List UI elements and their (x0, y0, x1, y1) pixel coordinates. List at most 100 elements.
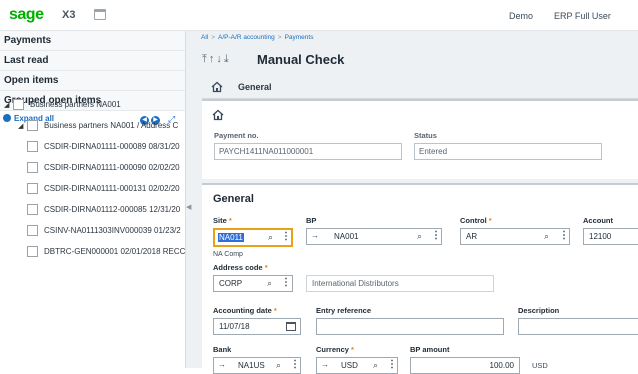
panel-header-last-read[interactable]: Last read (0, 51, 185, 71)
address-description-value: International Distributors (312, 279, 399, 288)
tree-node-label: Business partners NA001 / Address C (44, 121, 179, 130)
checkbox[interactable] (27, 141, 38, 152)
payment-no-field[interactable]: PAYCH1411NA011000001 (214, 143, 402, 160)
control-label-text: Control (460, 216, 487, 225)
panel-header-payments[interactable]: Payments (0, 31, 185, 51)
accounting-date-label: Accounting date * (213, 306, 277, 315)
product-name: X3 (62, 9, 76, 21)
tree-node[interactable]: DBTRC-GEN000001 02/01/2018 RECC (0, 242, 185, 263)
tree-node[interactable]: ◢ Business partners NA001 (0, 95, 185, 116)
search-icon[interactable]: ⌕ (373, 360, 378, 371)
tree-node-label: CSDIR-DIRNA01111-000131 02/02/20 (44, 184, 180, 193)
home-icon[interactable] (211, 81, 223, 93)
status-field[interactable]: Entered (414, 143, 602, 160)
collapse-icon[interactable]: ◢ (4, 101, 9, 109)
calendar-icon[interactable] (286, 322, 296, 331)
bp-value: NA001 (334, 232, 359, 241)
address-description-field[interactable]: International Distributors (306, 275, 494, 292)
entry-reference-label: Entry reference (316, 306, 372, 315)
more-actions-icon[interactable]: ⋮ (387, 359, 397, 370)
section-title-general: General (213, 193, 254, 205)
collapse-icon[interactable]: ◢ (18, 122, 23, 130)
status-label: Status (414, 131, 437, 140)
bp-label: BP (306, 216, 317, 225)
tree-node[interactable]: CSDIR-DIRNA01112-000085 12/31/20 (0, 200, 185, 221)
checkbox[interactable] (27, 204, 38, 215)
address-code-label-text: Address code (213, 263, 263, 272)
more-actions-icon[interactable]: ⋮ (559, 230, 569, 241)
site-label: Site * (213, 216, 232, 225)
main-area: All > A/P-A/R accounting > Payments ⤒↑↓⤓ Man… (192, 31, 638, 374)
record-navigation: ⤒↑↓⤓ (202, 53, 231, 66)
panel-header-open-items[interactable]: Open items (0, 71, 185, 91)
user-profile-link[interactable]: ERP Full User (554, 11, 611, 21)
payment-no-label: Payment no. (214, 131, 259, 140)
tree-node[interactable]: CSDIR-DIRNA01111-000090 02/02/20 (0, 158, 185, 179)
currency-label: Currency * (316, 345, 354, 354)
next-record-icon[interactable]: ↓ (216, 53, 224, 65)
tree-node-label: CSDIR-DIRNA01111-000089 08/31/20 (44, 142, 180, 151)
required-mark: * (264, 263, 268, 272)
calendar-icon[interactable] (94, 9, 106, 20)
address-code-value: CORP (219, 279, 243, 288)
checkbox[interactable] (27, 120, 38, 131)
more-actions-icon[interactable]: ⋮ (281, 231, 291, 242)
tree-list: ◢ Business partners NA001 ◢ Business par… (0, 95, 185, 263)
currency-field[interactable]: → USD ⌕ ⋮ (316, 357, 398, 374)
bp-field[interactable]: → NA001 ⌕ ⋮ (306, 228, 442, 245)
header-card: Payment no. PAYCH1411NA011000001 Status … (202, 99, 638, 179)
more-actions-icon[interactable]: ⋮ (290, 359, 300, 370)
accounting-date-field[interactable]: 11/07/18 (213, 318, 301, 335)
description-label: Description (518, 306, 560, 315)
tree-node-label: Business partners NA001 (30, 100, 121, 109)
bp-amount-value: 100.00 (489, 361, 514, 370)
first-record-icon[interactable]: ⤒ (202, 53, 209, 65)
more-actions-icon[interactable]: ⋮ (431, 230, 441, 241)
tab-bar: General (202, 77, 638, 99)
bank-label: Bank (213, 345, 232, 354)
checkbox[interactable] (27, 246, 38, 257)
last-record-icon[interactable]: ⤓ (224, 53, 231, 65)
top-bar: sage X3 Demo ERP Full User (0, 0, 638, 31)
required-mark: * (351, 345, 354, 354)
chevron-right-icon: > (211, 34, 216, 41)
address-code-label: Address code * (213, 263, 268, 272)
checkbox[interactable] (27, 183, 38, 194)
demo-link[interactable]: Demo (509, 11, 533, 21)
tree-node[interactable]: CSDIR-DIRNA01111-000089 08/31/20 (0, 137, 185, 158)
home-icon[interactable] (212, 109, 224, 121)
collapse-panel-icon[interactable]: ◀ (186, 203, 191, 211)
search-icon[interactable]: ⌕ (267, 278, 272, 289)
bp-amount-currency: USD (532, 361, 548, 370)
search-icon[interactable]: ⌕ (276, 360, 281, 371)
search-icon[interactable]: ⌕ (268, 232, 273, 243)
more-actions-icon[interactable]: ⋮ (281, 277, 291, 288)
tree-node[interactable]: CSINV-NA0111303INV000039 01/23/2 (0, 221, 185, 242)
account-field[interactable]: 12100 (583, 228, 638, 245)
bp-amount-field[interactable]: 100.00 (410, 357, 520, 374)
checkbox[interactable] (13, 99, 24, 110)
address-code-field[interactable]: CORP ⌕ ⋮ (213, 275, 293, 292)
tree-node[interactable]: ◢ Business partners NA001 / Address C (0, 116, 185, 137)
tab-general[interactable]: General (238, 82, 272, 92)
control-field[interactable]: AR ⌕ ⋮ (460, 228, 570, 245)
description-field[interactable] (518, 318, 638, 335)
bp-amount-label: BP amount (410, 345, 450, 354)
checkbox[interactable] (27, 225, 38, 236)
sage-logo[interactable]: sage (9, 6, 44, 24)
site-field[interactable]: NA011 ⌕ ⋮ (213, 228, 293, 247)
tree-node-label: DBTRC-GEN000001 02/01/2018 RECC (44, 247, 185, 256)
general-section: General Site * NA011 ⌕ ⋮ NA Comp BP → NA… (202, 183, 638, 374)
site-label-text: Site (213, 216, 227, 225)
bank-field[interactable]: → NA1US ⌕ ⋮ (213, 357, 301, 374)
breadcrumb-ap-ar-accounting[interactable]: A/P-A/R accounting (218, 34, 275, 41)
tree-node[interactable]: CSDIR-DIRNA01111-000131 02/02/20 (0, 179, 185, 200)
required-mark: * (488, 216, 492, 225)
entry-reference-field[interactable] (316, 318, 504, 335)
arrow-right-icon[interactable]: → (311, 231, 319, 240)
breadcrumb-all[interactable]: All (201, 34, 208, 41)
breadcrumb-payments[interactable]: Payments (285, 34, 314, 41)
search-icon[interactable]: ⌕ (417, 231, 422, 242)
search-icon[interactable]: ⌕ (544, 231, 549, 242)
checkbox[interactable] (27, 162, 38, 173)
